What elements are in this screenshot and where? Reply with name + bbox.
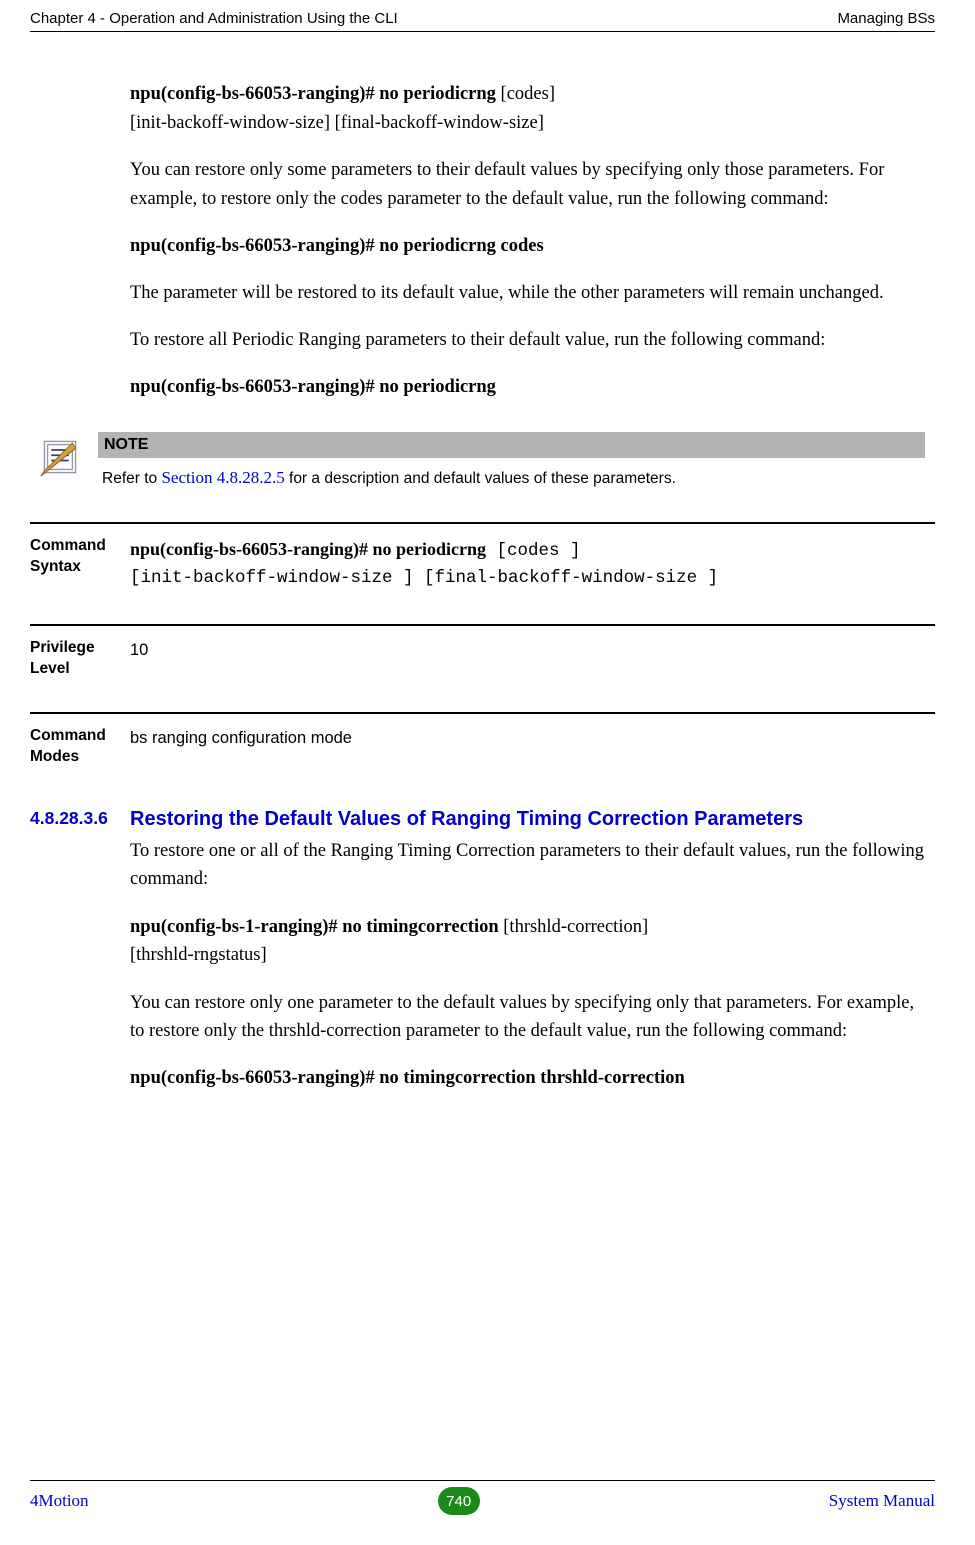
section-title: Restoring the Default Values of Ranging … xyxy=(130,808,935,831)
section-heading: 4.8.28.3.6 Restoring the Default Values … xyxy=(30,808,935,831)
header-right: Managing BSs xyxy=(837,10,935,27)
syntax-mono1: [codes ] xyxy=(486,541,581,561)
privilege-level-value: 10 xyxy=(130,638,935,680)
section-cmd2: npu(config-bs-66053-ranging)# no timingc… xyxy=(130,1064,925,1093)
para-restore-some: You can restore only some parameters to … xyxy=(130,156,925,213)
page-header: Chapter 4 - Operation and Administration… xyxy=(30,10,935,32)
command-syntax-body: npu(config-bs-66053-ranging)# no periodi… xyxy=(130,536,935,592)
footer-left: 4Motion xyxy=(30,1491,89,1511)
privilege-level-row: Privilege Level 10 xyxy=(30,624,935,692)
para-restore-all: To restore all Periodic Ranging paramete… xyxy=(130,326,925,355)
section-cmd1: npu(config-bs-1-ranging)# no timingcorre… xyxy=(130,913,925,970)
para-restored-default: The parameter will be restored to its de… xyxy=(130,279,925,308)
section-cmd1-line2: [thrshld-rngstatus] xyxy=(130,945,267,965)
note-title: NOTE xyxy=(98,432,925,458)
page-number-badge: 740 xyxy=(438,1487,480,1515)
footer-right: System Manual xyxy=(829,1491,935,1511)
command-line-1: npu(config-bs-66053-ranging)# no periodi… xyxy=(130,80,925,137)
command-line-2: npu(config-bs-66053-ranging)# no periodi… xyxy=(130,232,925,261)
privilege-level-label: Privilege Level xyxy=(30,638,130,680)
cmd1-rest: [codes] xyxy=(501,84,555,104)
syntax-mono2: [init-backoff-window-size ] [final-backo… xyxy=(130,568,718,588)
note-text-after: for a description and default values of … xyxy=(285,470,676,487)
section-cmd1-rest: [thrshld-correction] xyxy=(503,917,648,937)
page-footer: 4Motion 740 System Manual xyxy=(30,1481,935,1545)
cmd1-line2: [init-backoff-window-size] [final-backof… xyxy=(130,113,544,133)
command-line-3: npu(config-bs-66053-ranging)# no periodi… xyxy=(130,373,925,402)
note-section-link[interactable]: Section 4.8.28.2.5 xyxy=(161,468,284,487)
section-number: 4.8.28.3.6 xyxy=(30,808,130,831)
syntax-bold: npu(config-bs-66053-ranging)# no periodi… xyxy=(130,539,486,559)
command-modes-label: Command Modes xyxy=(30,726,130,768)
cmd1-bold: npu(config-bs-66053-ranging)# no periodi… xyxy=(130,84,501,104)
section-para2: You can restore only one parameter to th… xyxy=(130,989,925,1046)
header-left: Chapter 4 - Operation and Administration… xyxy=(30,10,398,27)
command-syntax-row: Command Syntax npu(config-bs-66053-rangi… xyxy=(30,522,935,604)
command-modes-value: bs ranging configuration mode xyxy=(130,726,935,768)
command-modes-row: Command Modes bs ranging configuration m… xyxy=(30,712,935,780)
note-text-before: Refer to xyxy=(102,470,161,487)
note-icon xyxy=(30,432,90,478)
note-text: Refer to Section 4.8.28.2.5 for a descri… xyxy=(98,458,925,502)
note-block: NOTE Refer to Section 4.8.28.2.5 for a d… xyxy=(30,432,935,502)
section-cmd1-bold: npu(config-bs-1-ranging)# no timingcorre… xyxy=(130,917,503,937)
section-para1: To restore one or all of the Ranging Tim… xyxy=(130,837,925,894)
command-syntax-label: Command Syntax xyxy=(30,536,130,592)
main-content: npu(config-bs-66053-ranging)# no periodi… xyxy=(30,32,935,1460)
